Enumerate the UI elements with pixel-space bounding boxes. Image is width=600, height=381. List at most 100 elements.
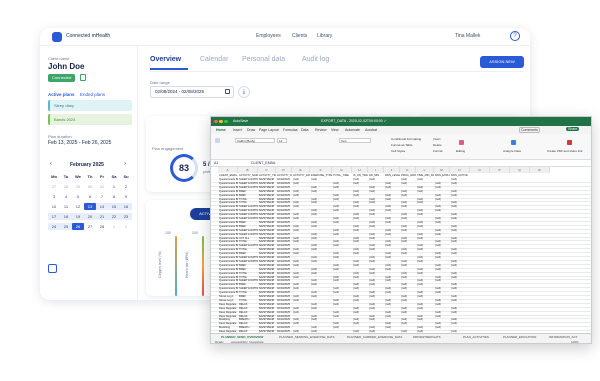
table-cell[interactable]: (null): [293, 229, 310, 233]
table-cell[interactable]: (null): [417, 178, 434, 182]
table-cell[interactable]: (null): [293, 252, 310, 256]
table-cell[interactable]: (null): [311, 307, 332, 311]
table-cell[interactable]: (null): [385, 233, 400, 237]
calendar-day[interactable]: 25: [60, 223, 72, 230]
format-cells[interactable]: Format: [433, 149, 443, 153]
menu-data[interactable]: Data: [301, 128, 308, 132]
table-cell[interactable]: (null): [417, 260, 434, 264]
table-cell[interactable]: (null): [435, 291, 450, 295]
table-cell[interactable]: (null): [293, 322, 310, 326]
table-cell[interactable]: (null): [401, 182, 416, 186]
table-cell[interactable]: (null): [435, 279, 450, 283]
tab-calendar[interactable]: Calendar: [200, 56, 228, 63]
share-button[interactable]: Share: [566, 127, 580, 131]
calendar-day[interactable]: 3: [48, 193, 60, 200]
table-cell[interactable]: (null): [311, 283, 332, 287]
table-cell[interactable]: (null): [293, 287, 310, 291]
font-select[interactable]: Calibri (Body): [235, 138, 275, 143]
menu-review[interactable]: Review: [315, 128, 326, 132]
calendar-day[interactable]: 2: [120, 223, 132, 230]
status-accessibility[interactable]: Accessibility: Investigate: [231, 340, 264, 343]
menu-acrobat[interactable]: Acrobat: [365, 128, 377, 132]
menu-formulas[interactable]: Formulas: [283, 128, 298, 132]
table-cell[interactable]: (null): [451, 217, 470, 221]
table-cell[interactable]: (null): [311, 248, 332, 252]
table-cell[interactable]: (null): [333, 326, 352, 330]
table-cell[interactable]: (null): [333, 279, 352, 283]
table-cell[interactable]: (null): [353, 240, 368, 244]
maximize-icon[interactable]: [224, 119, 228, 123]
table-cell[interactable]: (null): [417, 237, 434, 241]
table-cell[interactable]: (null): [353, 182, 368, 186]
table-cell[interactable]: (null): [451, 205, 470, 209]
table-cell[interactable]: (null): [417, 248, 434, 252]
calendar-day[interactable]: 2: [120, 183, 132, 190]
table-cell[interactable]: (null): [417, 295, 434, 299]
table-cell[interactable]: (null): [293, 311, 310, 315]
table-cell[interactable]: (null): [311, 201, 332, 205]
name-box[interactable]: A1: [214, 161, 218, 165]
table-cell[interactable]: (null): [451, 276, 470, 280]
calendar-day[interactable]: 5: [72, 193, 84, 200]
menu-home[interactable]: Home: [216, 128, 226, 132]
assign-new-button[interactable]: ASSIGN NEW: [480, 56, 524, 68]
table-cell[interactable]: (null): [333, 303, 352, 307]
calendar-day[interactable]: 12: [72, 203, 84, 210]
table-cell[interactable]: (null): [451, 229, 470, 233]
analyze-data-icon[interactable]: [511, 140, 516, 145]
table-cell[interactable]: (null): [333, 291, 352, 295]
table-cell[interactable]: (null): [369, 213, 384, 217]
table-header-cell[interactable]: PAIN_LEVEL: [385, 174, 400, 178]
tab-ended-plans[interactable]: Ended plans: [80, 92, 105, 97]
table-cell[interactable]: (null): [417, 190, 434, 194]
table-cell[interactable]: (null): [417, 213, 434, 217]
menu-insert[interactable]: Insert: [233, 128, 242, 132]
column-header[interactable]: P: [490, 167, 510, 173]
table-cell[interactable]: (null): [385, 186, 400, 190]
table-cell[interactable]: (null): [401, 205, 416, 209]
table-cell[interactable]: (null): [435, 268, 450, 272]
table-cell[interactable]: (null): [333, 233, 352, 237]
user-menu[interactable]: Tina Mallek: [455, 33, 480, 39]
delete-cells[interactable]: Delete: [433, 143, 442, 147]
column-header[interactable]: A: [218, 167, 238, 173]
calendar-day[interactable]: 26: [72, 223, 84, 230]
table-cell[interactable]: (null): [435, 326, 450, 330]
table-cell[interactable]: (null): [417, 272, 434, 276]
table-cell[interactable]: (null): [435, 303, 450, 307]
calendar-day[interactable]: 13: [84, 203, 96, 210]
table-cell[interactable]: (null): [333, 209, 352, 213]
table-cell[interactable]: (null): [369, 318, 384, 322]
calendar-day[interactable]: 28: [60, 183, 72, 190]
table-cell[interactable]: (null): [435, 315, 450, 319]
table-cell[interactable]: (null): [353, 217, 368, 221]
table-cell[interactable]: (null): [293, 217, 310, 221]
table-header-cell[interactable]: PAIN_EXPLORE: [435, 174, 450, 178]
table-cell[interactable]: (null): [311, 225, 332, 229]
table-cell[interactable]: (null): [435, 244, 450, 248]
table-cell[interactable]: (null): [353, 229, 368, 233]
calendar-day[interactable]: 15: [108, 203, 120, 210]
help-icon[interactable]: ?: [510, 31, 520, 41]
column-header[interactable]: C: [258, 167, 276, 173]
table-cell[interactable]: (null): [353, 287, 368, 291]
table-cell[interactable]: (null): [385, 221, 400, 225]
menu-page-layout[interactable]: Page Layout: [259, 128, 279, 132]
calendar-day[interactable]: 20: [84, 213, 96, 220]
column-header[interactable]: H: [352, 167, 368, 173]
table-cell[interactable]: (null): [369, 260, 384, 264]
table-cell[interactable]: (null): [353, 322, 368, 326]
font-size-select[interactable]: 12: [277, 138, 287, 143]
plan-item-sleep-diary[interactable]: Sleep diary: [48, 100, 132, 111]
column-header[interactable]: R: [530, 167, 550, 173]
calendar-day[interactable]: 7: [96, 193, 108, 200]
table-cell[interactable]: (null): [311, 213, 332, 217]
table-cell[interactable]: (null): [333, 221, 352, 225]
menu-draw[interactable]: Draw: [247, 128, 255, 132]
table-cell[interactable]: (null): [311, 260, 332, 264]
table-cell[interactable]: (null): [369, 272, 384, 276]
table-cell[interactable]: (null): [435, 186, 450, 190]
tab-overview[interactable]: Overview: [150, 56, 181, 63]
table-cell[interactable]: (null): [435, 198, 450, 202]
table-cell[interactable]: (null): [401, 311, 416, 315]
